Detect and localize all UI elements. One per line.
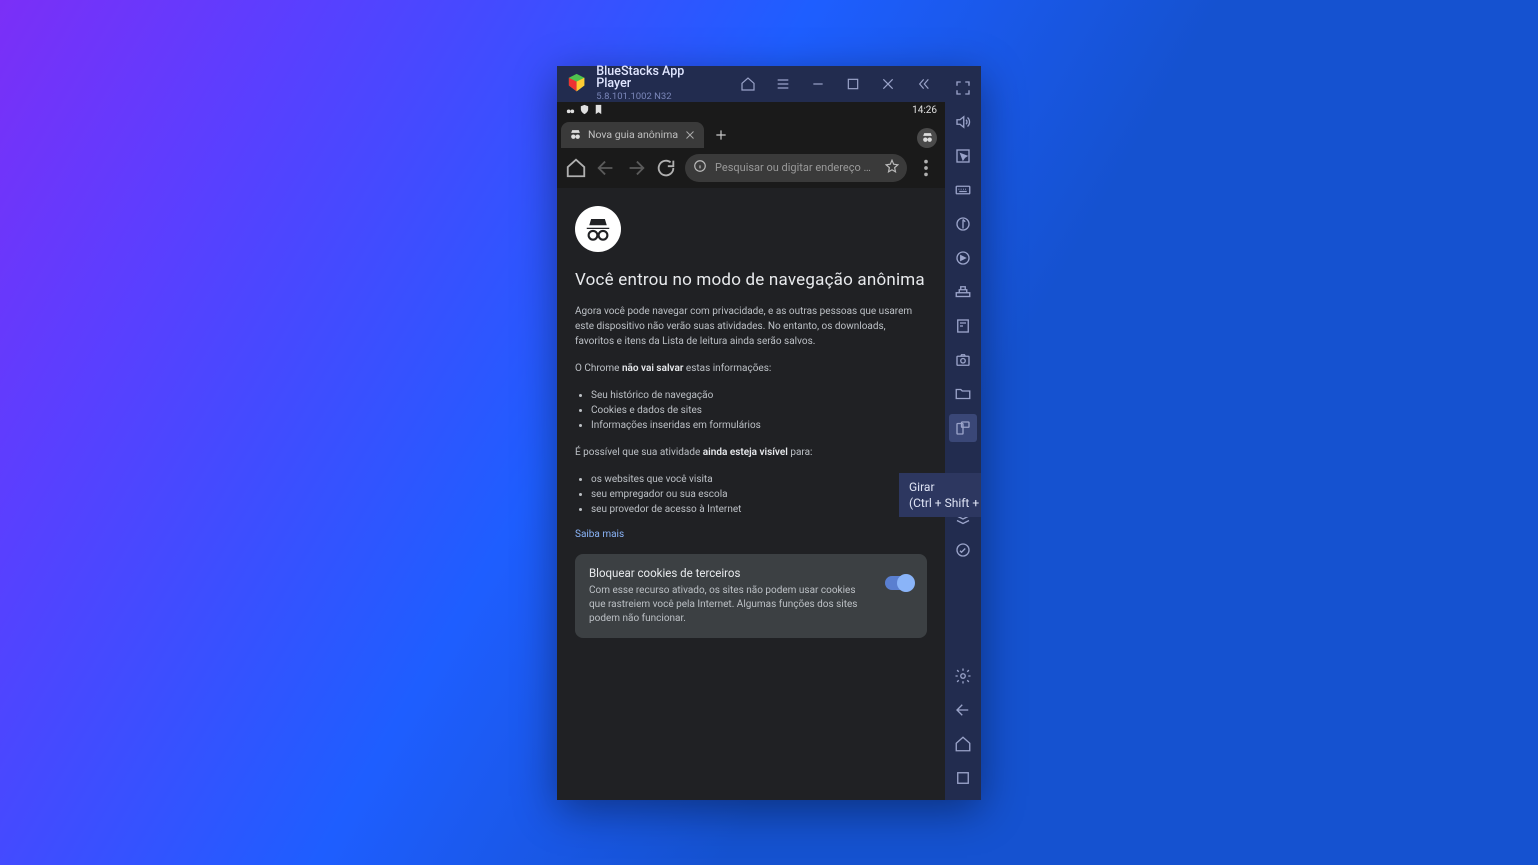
android-home-button[interactable] bbox=[949, 730, 977, 758]
rotate-tooltip: Girar (Ctrl + Shift + 4 bbox=[899, 473, 981, 517]
omnibox-placeholder: Pesquisar ou digitar endereço da W bbox=[715, 161, 877, 174]
cookies-title: Bloquear cookies de terceiros bbox=[589, 566, 871, 580]
new-tab-button[interactable] bbox=[708, 122, 734, 148]
multi-instance-button[interactable] bbox=[949, 278, 977, 306]
chrome-menu-button[interactable] bbox=[915, 157, 937, 179]
chrome-toolbar: Pesquisar ou digitar endereço da W bbox=[557, 148, 945, 188]
tab-title: Nova guia anônima bbox=[588, 128, 678, 141]
list-item: seu empregador ou sua escola bbox=[591, 487, 927, 502]
status-left-icons bbox=[565, 104, 604, 118]
page-heading: Você entrou no modo de navegação anônima bbox=[575, 270, 927, 290]
close-button[interactable] bbox=[875, 70, 902, 98]
learn-more-link[interactable]: Saiba mais bbox=[575, 529, 927, 540]
cookies-description: Com esse recurso ativado, os sites não p… bbox=[589, 584, 871, 626]
list-item: Cookies e dados de sites bbox=[591, 403, 927, 418]
info-icon bbox=[693, 158, 707, 177]
volume-button[interactable] bbox=[949, 108, 977, 136]
tab-close-button[interactable] bbox=[684, 129, 696, 141]
chrome-tab-strip: Nova guia anônima bbox=[557, 120, 945, 148]
incognito-profile-icon[interactable] bbox=[917, 128, 937, 148]
eco-mode-button[interactable] bbox=[949, 536, 977, 564]
incognito-hero-icon bbox=[575, 206, 621, 252]
android-back-button[interactable] bbox=[949, 696, 977, 724]
minimize-button[interactable] bbox=[805, 70, 832, 98]
android-status-bar: 14:26 bbox=[557, 102, 945, 120]
browser-tab[interactable]: Nova guia anônima bbox=[561, 122, 704, 148]
collapse-sidebar-button[interactable] bbox=[910, 70, 937, 98]
clock: 14:26 bbox=[912, 105, 937, 116]
cookies-toggle[interactable] bbox=[885, 576, 913, 590]
visible-paragraph: É possível que sua atividade ainda estej… bbox=[575, 445, 927, 460]
tooltip-shortcut: (Ctrl + Shift + 4 bbox=[909, 495, 971, 511]
home-button[interactable] bbox=[734, 70, 761, 98]
incognito-status-icon bbox=[565, 104, 576, 118]
keyboard-controls-button[interactable] bbox=[949, 176, 977, 204]
bluestacks-window: BlueStacks App Player 5.8.101.1002 N32 bbox=[557, 66, 981, 800]
hamburger-button[interactable] bbox=[769, 70, 796, 98]
bookmark-status-icon bbox=[593, 104, 604, 118]
main-column: BlueStacks App Player 5.8.101.1002 N32 bbox=[557, 66, 945, 800]
address-bar[interactable]: Pesquisar ou digitar endereço da W bbox=[685, 154, 907, 182]
app-name: BlueStacks App Player bbox=[596, 66, 718, 91]
reload-button[interactable] bbox=[655, 157, 677, 179]
back-button[interactable] bbox=[595, 157, 617, 179]
app-version: 5.8.101.1002 N32 bbox=[596, 92, 718, 102]
fullscreen-button[interactable] bbox=[949, 74, 977, 102]
incognito-tab-icon bbox=[569, 128, 582, 141]
nosave-list: Seu histórico de navegação Cookies e dad… bbox=[575, 388, 927, 433]
cookies-text: Bloquear cookies de terceiros Com esse r… bbox=[589, 566, 871, 626]
intro-paragraph: Agora você pode navegar com privacidade,… bbox=[575, 304, 927, 349]
settings-button[interactable] bbox=[949, 662, 977, 690]
nosave-paragraph: O Chrome não vai salvar estas informaçõe… bbox=[575, 361, 927, 376]
visible-list: os websites que você visita seu empregad… bbox=[575, 472, 927, 517]
maximize-button[interactable] bbox=[840, 70, 867, 98]
install-apk-button[interactable] bbox=[949, 312, 977, 340]
title-text: BlueStacks App Player 5.8.101.1002 N32 bbox=[596, 66, 718, 102]
screenshot-button[interactable] bbox=[949, 346, 977, 374]
bluestacks-logo-icon bbox=[565, 72, 588, 96]
list-item: os websites que você visita bbox=[591, 472, 927, 487]
cookies-card: Bloquear cookies de terceiros Com esse r… bbox=[575, 554, 927, 638]
tooltip-title: Girar bbox=[909, 479, 971, 495]
list-item: Informações inseridas em formulários bbox=[591, 418, 927, 433]
star-icon[interactable] bbox=[885, 158, 899, 177]
list-item: Seu histórico de navegação bbox=[591, 388, 927, 403]
sync-button[interactable] bbox=[949, 210, 977, 238]
media-folder-button[interactable] bbox=[949, 380, 977, 408]
titlebar: BlueStacks App Player 5.8.101.1002 N32 bbox=[557, 66, 945, 102]
android-recents-button[interactable] bbox=[949, 764, 977, 792]
forward-button[interactable] bbox=[625, 157, 647, 179]
shield-status-icon bbox=[579, 104, 590, 118]
sidebar bbox=[945, 66, 981, 800]
chrome-home-button[interactable] bbox=[565, 157, 587, 179]
page-content: Você entrou no modo de navegação anônima… bbox=[557, 188, 945, 800]
rotate-button[interactable] bbox=[949, 414, 977, 442]
lock-cursor-button[interactable] bbox=[949, 142, 977, 170]
list-item: seu provedor de acesso à Internet bbox=[591, 502, 927, 517]
macro-button[interactable] bbox=[949, 244, 977, 272]
